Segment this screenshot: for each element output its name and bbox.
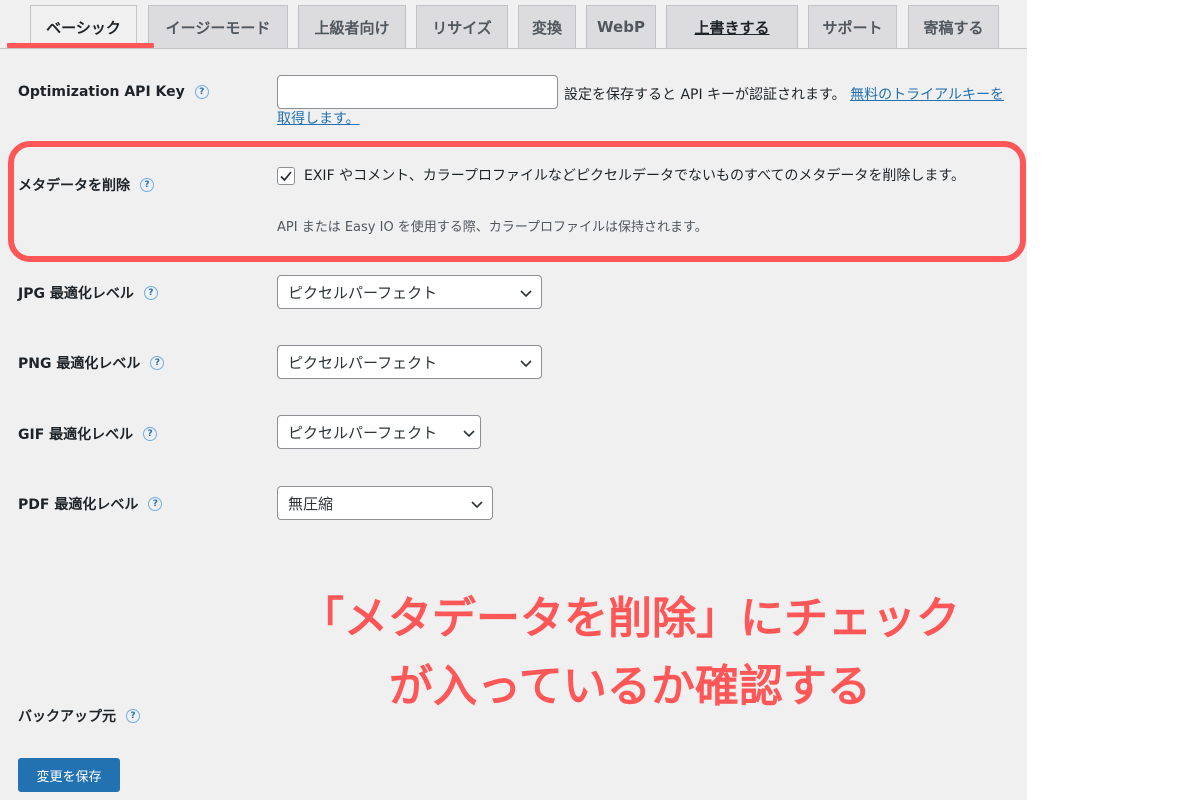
save-button[interactable]: 変更を保存	[18, 758, 120, 792]
png-level-value: ピクセルパーフェクト	[288, 353, 438, 372]
tab-label: WebP	[597, 18, 645, 36]
pdf-level-value: 無圧縮	[288, 494, 334, 513]
metadata-description: EXIF やコメント、カラープロファイルなどピクセルデータでないものすべてのメタ…	[304, 168, 966, 184]
tab-convert[interactable]: 変換	[518, 5, 576, 48]
png-level-select[interactable]: ピクセルパーフェクト	[277, 345, 542, 379]
backup-label-row: バックアップ元 ?	[18, 706, 140, 726]
jpg-level-label: JPG 最適化レベル	[18, 286, 134, 302]
tab-divider	[0, 48, 1027, 49]
backup-label: バックアップ元	[18, 709, 116, 725]
help-icon[interactable]: ?	[143, 286, 158, 300]
jpg-level-select[interactable]: ピクセルパーフェクト	[277, 275, 542, 309]
tab-label: 上書きする	[694, 18, 770, 37]
pdf-level-label: PDF 最適化レベル	[18, 497, 139, 513]
tab-resize[interactable]: リサイズ	[416, 5, 508, 48]
gif-level-value: ピクセルパーフェクト	[288, 423, 438, 442]
help-icon[interactable]: ?	[148, 497, 163, 511]
tab-label: 寄稿する	[923, 18, 984, 37]
tab-support[interactable]: サポート	[808, 5, 897, 48]
tab-overrides[interactable]: 上書きする	[666, 5, 798, 48]
help-icon[interactable]: ?	[194, 85, 209, 99]
api-key-label-row: Optimization API Key ?	[18, 84, 209, 100]
tab-label: サポート	[822, 18, 883, 37]
help-icon[interactable]: ?	[143, 427, 158, 441]
chevron-down-icon	[520, 360, 532, 368]
gif-label-row: GIF 最適化レベル ?	[18, 424, 158, 444]
api-key-label: Optimization API Key	[18, 84, 185, 100]
chevron-down-icon	[471, 501, 483, 509]
tab-easy-mode[interactable]: イージーモード	[148, 5, 288, 48]
help-icon[interactable]: ?	[140, 178, 154, 192]
tab-advanced[interactable]: 上級者向け	[298, 5, 406, 48]
api-key-description: 設定を保存すると API キーが認証されます。 無料のトライアルキーを取得します…	[277, 83, 1017, 131]
annotation-line-1: 「メタデータを削除」にチェック	[300, 593, 960, 644]
annotation-text: 「メタデータを削除」にチェック が入っているか確認する	[240, 585, 1020, 721]
chevron-down-icon	[520, 290, 532, 298]
tab-label: イージーモード	[165, 18, 271, 37]
help-icon[interactable]: ?	[126, 709, 140, 723]
active-tab-highlight	[7, 43, 154, 48]
gif-level-select[interactable]: ピクセルパーフェクト	[277, 415, 481, 449]
png-label-row: PNG 最適化レベル ?	[18, 353, 165, 373]
jpg-label-row: JPG 最適化レベル ?	[18, 283, 158, 303]
tab-label: 変換	[531, 18, 562, 37]
tab-bar: ベーシック イージーモード 上級者向け リサイズ 変換 WebP 上書きする サ…	[0, 0, 1027, 49]
metadata-note: API または Easy IO を使用する際、カラープロファイルは保持されます。	[277, 220, 708, 235]
tab-contribute[interactable]: 寄稿する	[908, 5, 999, 48]
chevron-down-icon	[463, 430, 475, 438]
tab-label: 上級者向け	[314, 18, 390, 37]
highlight-box	[8, 141, 1026, 262]
metadata-label: メタデータを削除	[18, 178, 130, 194]
help-icon[interactable]: ?	[150, 356, 165, 370]
jpg-level-value: ピクセルパーフェクト	[288, 283, 438, 302]
annotation-line-2: が入っているか確認する	[389, 661, 871, 712]
metadata-label-row: メタデータを削除 ?	[18, 175, 154, 195]
pdf-label-row: PDF 最適化レベル ?	[18, 494, 163, 514]
api-key-desc-text: 設定を保存すると API キーが認証されます。	[564, 87, 846, 103]
png-level-label: PNG 最適化レベル	[18, 356, 141, 372]
gif-level-label: GIF 最適化レベル	[18, 427, 134, 443]
tab-label: ベーシック	[46, 19, 121, 37]
pdf-level-select[interactable]: 無圧縮	[277, 486, 493, 520]
tab-webp[interactable]: WebP	[586, 5, 656, 48]
tab-label: リサイズ	[432, 18, 492, 37]
